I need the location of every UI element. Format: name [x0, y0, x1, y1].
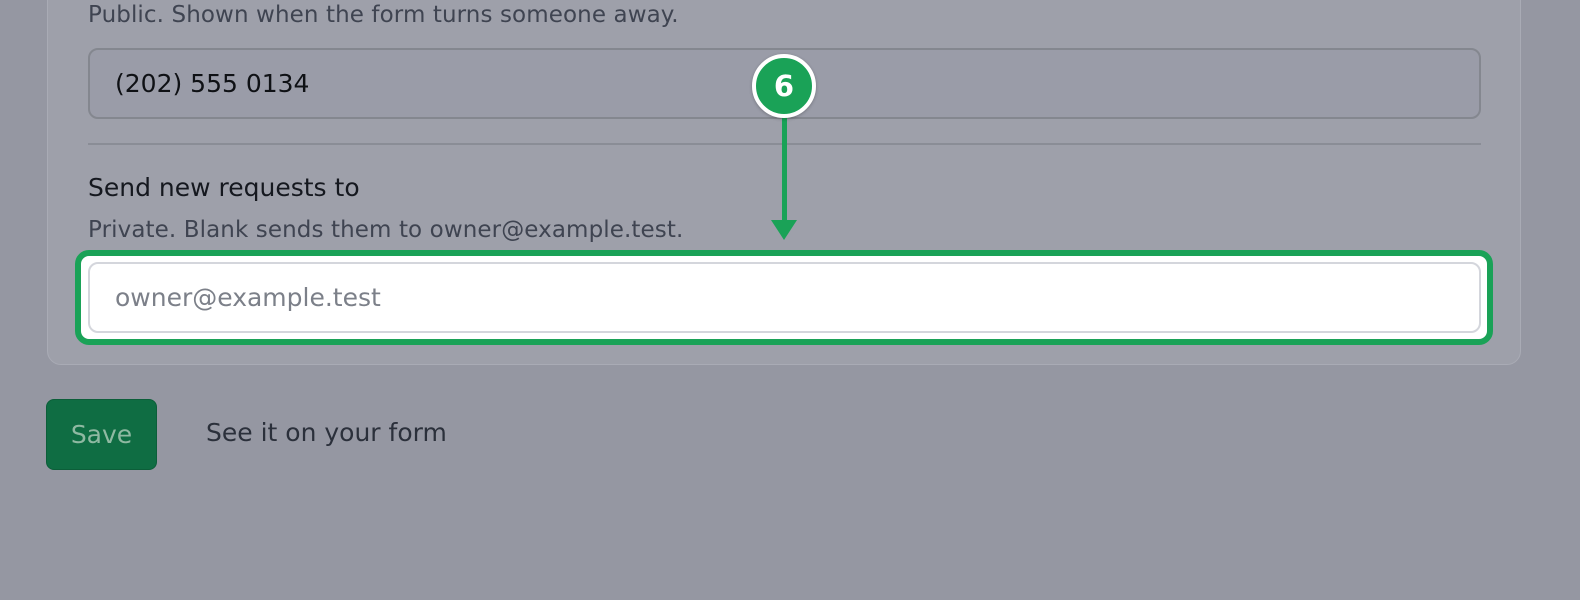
annotation-arrow-shaft [782, 116, 787, 222]
save-button[interactable]: Save [46, 399, 157, 470]
notify-email-help-text: Private. Blank sends them to owner@examp… [88, 217, 684, 243]
see-on-form-link[interactable]: See it on your form [206, 418, 447, 447]
notify-email-input[interactable] [88, 262, 1481, 333]
annotation-arrow-head-icon [771, 220, 797, 240]
notify-email-label: Send new requests to [88, 173, 360, 202]
phone-help-text: Public. Shown when the form turns someon… [88, 2, 679, 28]
step-number-badge: 6 [752, 54, 816, 118]
